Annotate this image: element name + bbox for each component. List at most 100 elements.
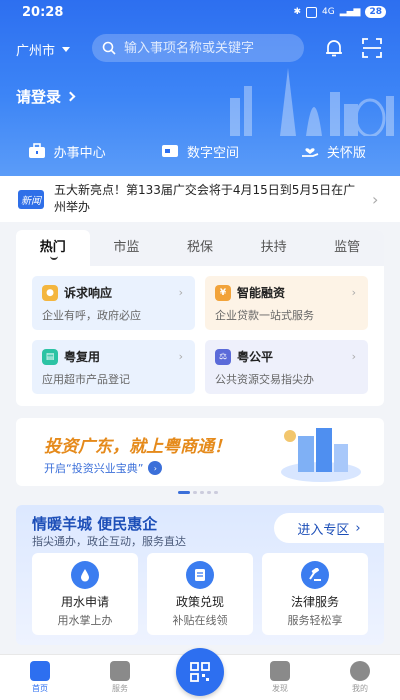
city-selector[interactable]: 广州市 — [16, 40, 71, 59]
warm-card-desc: 补贴在线领 — [172, 614, 228, 627]
banner-link[interactable]: 开启“投资兴业宝典” › — [44, 460, 163, 476]
nav-discover[interactable]: 发现 — [250, 661, 310, 694]
nav-label: 服务 — [112, 684, 128, 693]
category-tabs: 热门 市监 税保 扶持 监管 — [16, 230, 384, 266]
search-input[interactable] — [124, 40, 294, 56]
warm-section: 情暖羊城 便民惠企 指尖通办，政企互动，服务直达 进入专区 › 用水申请 用水掌… — [16, 505, 384, 645]
service-yue-gongping[interactable]: ⚖ 粤公平 公共资源交易指尖办 › — [205, 340, 368, 394]
battery-icon: 28 — [365, 6, 386, 18]
briefcase-icon — [28, 143, 45, 158]
service-title: 诉求响应 — [64, 286, 113, 300]
search-icon — [102, 41, 116, 55]
warm-card-legal[interactable]: 法律服务 服务轻松享 — [262, 553, 368, 635]
chevron-right-icon: › — [355, 520, 361, 536]
nav-home[interactable]: 首页 — [10, 661, 70, 694]
warm-card-title: 政策兑现 — [175, 595, 224, 609]
scan-qr-button[interactable] — [176, 648, 224, 696]
service-smart-financing[interactable]: ¥ 智能融资 企业贷款一站式服务 › — [205, 276, 368, 330]
service-desc: 企业贷款一站式服务 — [215, 309, 314, 322]
enter-zone-button[interactable]: 进入专区 › — [274, 513, 384, 543]
discover-icon — [270, 661, 290, 681]
news-tag: 新闻 — [18, 189, 44, 209]
enter-label: 进入专区 — [297, 522, 350, 538]
status-time: 20:28 — [22, 5, 64, 20]
login-link[interactable]: 请登录 — [16, 86, 76, 107]
nav-label: 我的 — [352, 684, 368, 693]
nav-service[interactable]: 服务 — [90, 661, 150, 694]
tab-regulation[interactable]: 监管 — [310, 230, 384, 266]
status-bar: 20:28 ✱ 4G ▂▄▆ 28 — [0, 0, 400, 26]
warm-card-title: 用水申请 — [60, 595, 109, 609]
nav-profile[interactable]: 我的 — [330, 661, 390, 694]
caret-down-icon — [62, 47, 71, 52]
arrow-right-icon: › — [148, 461, 163, 475]
news-text: 五大新亮点！第133届广交会将于4月15日到5月5日在广州举办 — [54, 183, 356, 214]
chevron-right-icon: › — [372, 189, 379, 209]
service-desc: 公共资源交易指尖办 — [215, 373, 314, 386]
banner-title: 投资广东，就上粤商通！ — [44, 437, 231, 457]
quick-item-office-center[interactable]: 办事中心 — [0, 131, 133, 171]
quick-item-label: 关怀版 — [326, 145, 366, 161]
scale-icon: ⚖ — [215, 348, 231, 365]
cart-icon: ▤ — [42, 348, 58, 365]
water-drop-icon — [71, 561, 99, 589]
id-card-icon — [161, 145, 178, 157]
service-icon — [110, 661, 130, 681]
service-complaint-response[interactable]: ● 诉求响应 企业有呼，政府必应 › — [32, 276, 195, 330]
service-title: 粤复用 — [64, 350, 101, 364]
bell-icon[interactable] — [322, 36, 346, 60]
warm-card-desc: 服务轻松享 — [287, 614, 343, 627]
search-bar[interactable] — [92, 34, 304, 62]
chevron-right-icon: › — [178, 350, 183, 363]
buildings-illustration — [281, 428, 361, 482]
chevron-right-icon: › — [351, 350, 356, 363]
scan-qr-icon — [190, 662, 210, 682]
warm-subtitle: 指尖通办，政企互动，服务直达 — [32, 535, 186, 548]
service-card: 热门 市监 税保 扶持 监管 ● 诉求响应 企业有呼，政府必应 › ¥ 智能融资 企… — [16, 230, 384, 406]
service-title: 粤公平 — [237, 350, 274, 364]
quick-bar: 办事中心 数字空间 关怀版 — [0, 131, 400, 171]
login-label: 请登录 — [16, 88, 62, 106]
banner-subtitle: 开启“投资兴业宝典” — [44, 462, 144, 475]
document-icon — [186, 561, 214, 589]
bluetooth-icon: ✱ — [293, 7, 301, 17]
tab-tax-insurance[interactable]: 税保 — [163, 230, 237, 266]
signal-icon: ▂▄▆ — [339, 7, 361, 17]
nav-label: 发现 — [272, 684, 288, 693]
warm-card-policy[interactable]: 政策兑现 补贴在线领 — [147, 553, 253, 635]
quick-item-care-mode[interactable]: 关怀版 — [267, 131, 400, 171]
care-hand-icon — [301, 148, 319, 157]
header: 20:28 ✱ 4G ▂▄▆ 28 广州市 请登录 — [0, 0, 400, 176]
chevron-right-icon: › — [351, 286, 356, 299]
tab-market-supervision[interactable]: 市监 — [90, 230, 164, 266]
status-icons: ✱ 4G ▂▄▆ 28 — [293, 6, 386, 18]
warm-card-water[interactable]: 用水申请 用水掌上办 — [32, 553, 138, 635]
quick-item-label: 数字空间 — [186, 145, 239, 161]
yuan-icon: ¥ — [215, 284, 231, 301]
tab-hot[interactable]: 热门 — [16, 230, 90, 266]
news-ticker[interactable]: 新闻 五大新亮点！第133届广交会将于4月15日到5月5日在广州举办 › — [0, 176, 400, 222]
profile-icon — [350, 661, 370, 681]
service-title: 智能融资 — [237, 286, 286, 300]
city-label: 广州市 — [16, 44, 56, 59]
tab-support[interactable]: 扶持 — [237, 230, 311, 266]
service-desc: 企业有呼，政府必应 — [42, 309, 141, 322]
home-icon — [30, 661, 50, 681]
nav-label: 首页 — [32, 684, 48, 693]
quick-item-label: 办事中心 — [53, 145, 106, 161]
service-desc: 应用超市产品登记 — [42, 373, 130, 386]
scan-icon[interactable] — [360, 36, 384, 60]
warm-card-title: 法律服务 — [290, 595, 339, 609]
service-yue-fuyong[interactable]: ▤ 粤复用 应用超市产品登记 › — [32, 340, 195, 394]
city-skyline-illustration — [230, 68, 394, 136]
network-label: 4G — [322, 7, 335, 17]
quick-item-digital-space[interactable]: 数字空间 — [133, 131, 266, 171]
warm-title: 情暖羊城 便民惠企 — [32, 515, 158, 533]
chevron-right-icon — [65, 91, 76, 102]
vibrate-icon — [306, 6, 317, 18]
gavel-icon — [301, 561, 329, 589]
warm-card-desc: 用水掌上办 — [57, 614, 113, 627]
speech-icon: ● — [42, 284, 58, 301]
chevron-right-icon: › — [178, 286, 183, 299]
promo-banner[interactable]: 投资广东，就上粤商通！ 开启“投资兴业宝典” › — [16, 418, 384, 486]
